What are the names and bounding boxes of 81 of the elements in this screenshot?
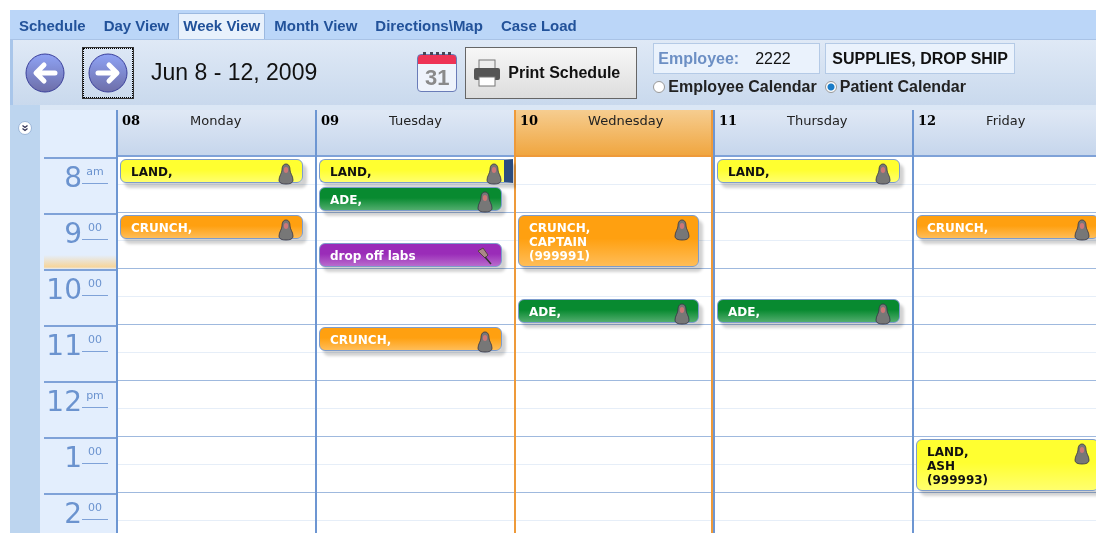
view-tab[interactable]: Month View	[265, 13, 367, 39]
hour-label: 2	[64, 499, 82, 529]
appointment-text: CRUNCH,	[529, 221, 591, 235]
printer-icon	[472, 57, 503, 88]
person-icon	[486, 163, 502, 185]
view-tab[interactable]: Week View	[178, 13, 266, 39]
hour-suffix: pm	[82, 389, 108, 408]
appointment-text: LAND,	[728, 165, 770, 179]
day-header[interactable]: 11 Thursday	[715, 110, 912, 157]
view-tab[interactable]: Schedule	[10, 13, 95, 39]
hour-suffix: 00	[82, 501, 108, 520]
appointment-text: ADE,	[330, 193, 362, 207]
day-name: Friday	[986, 113, 1026, 130]
appointment-text: ADE,	[529, 305, 561, 319]
person-icon	[674, 303, 690, 325]
person-icon	[278, 219, 294, 241]
hour-suffix: am	[82, 165, 108, 184]
appointment[interactable]: LAND,	[120, 159, 303, 183]
appointment[interactable]: LAND,	[319, 159, 513, 183]
appointment[interactable]: ADE,	[518, 299, 699, 323]
day-name: Wednesday	[588, 113, 664, 130]
hour-label: 11	[46, 331, 82, 361]
appointment-text: CAPTAIN	[529, 235, 588, 249]
day-header[interactable]: 09 Tuesday	[317, 110, 514, 157]
appointment-text: (999991)	[529, 249, 591, 263]
day-number: 10	[520, 113, 539, 130]
hour-label: 1	[64, 443, 82, 473]
appointment-text: CRUNCH,	[131, 221, 193, 235]
person-icon	[477, 331, 493, 353]
view-tab[interactable]: Directions\Map	[366, 13, 492, 39]
hour-suffix: 00	[82, 221, 108, 240]
view-tab[interactable]: Case Load	[491, 13, 586, 39]
hour-label: 12	[46, 387, 82, 417]
appointment-text: CRUNCH,	[927, 221, 989, 235]
radio-icon[interactable]	[824, 81, 837, 93]
hour-suffix: 00	[82, 445, 108, 464]
person-icon	[674, 219, 690, 241]
hour-suffix: 00	[82, 333, 108, 352]
day-name: Thursday	[787, 113, 848, 130]
day-name: Monday	[190, 113, 242, 130]
appointment[interactable]: ADE,	[717, 299, 900, 323]
appointment-text: ASH	[927, 459, 956, 473]
appointment[interactable]: ADE,	[319, 187, 502, 211]
person-icon	[278, 163, 294, 185]
appointment[interactable]: drop off labs	[319, 243, 502, 267]
pushpin-icon	[475, 247, 493, 265]
calendar-radio[interactable]: Patient Calendar	[824, 78, 966, 96]
appointment-text: LAND,	[131, 165, 173, 179]
appointment-text: drop off labs	[330, 249, 416, 263]
person-icon	[875, 303, 891, 325]
day-header[interactable]: 10 Wednesday	[516, 110, 711, 157]
hour-label: 9	[64, 219, 82, 249]
hour-label: 8	[64, 163, 82, 193]
calendar-radio[interactable]: Employee Calendar	[653, 78, 817, 96]
day-name: Tuesday	[389, 113, 442, 130]
hour-label: 10	[46, 275, 82, 305]
day-number: 12	[918, 113, 937, 130]
appointment-text: (999993)	[927, 473, 989, 487]
date-range: Jun 8 - 12, 2009	[151, 59, 318, 86]
employee-name-field[interactable]: SUPPLIES, DROP SHIP	[825, 43, 1015, 74]
appointment[interactable]: LAND,	[717, 159, 900, 183]
appointment-text: LAND,	[927, 445, 970, 459]
print-button[interactable]: Print Schedule	[465, 46, 638, 99]
day-number: 11	[719, 113, 738, 130]
person-icon	[875, 163, 891, 185]
day-number: 08	[122, 113, 141, 130]
day-header[interactable]: 08 Monday	[118, 110, 315, 157]
appointment[interactable]: LAND, ASH (999993)	[916, 439, 1096, 491]
appointment-text: ADE,	[728, 305, 760, 319]
radio-icon[interactable]	[653, 81, 666, 93]
hour-suffix: 00	[82, 277, 108, 296]
employee-field[interactable]: Employee: 2222	[653, 43, 821, 74]
expand-icon[interactable]	[18, 121, 32, 135]
person-icon	[1074, 219, 1090, 241]
person-icon	[1074, 443, 1090, 465]
view-tab[interactable]: Day View	[94, 13, 179, 39]
appointment-text: CRUNCH,	[330, 333, 392, 347]
day-number: 09	[321, 113, 340, 130]
day-header[interactable]: 12 Friday	[914, 110, 1096, 157]
person-icon	[477, 191, 493, 213]
appointment-text: LAND,	[330, 165, 372, 179]
